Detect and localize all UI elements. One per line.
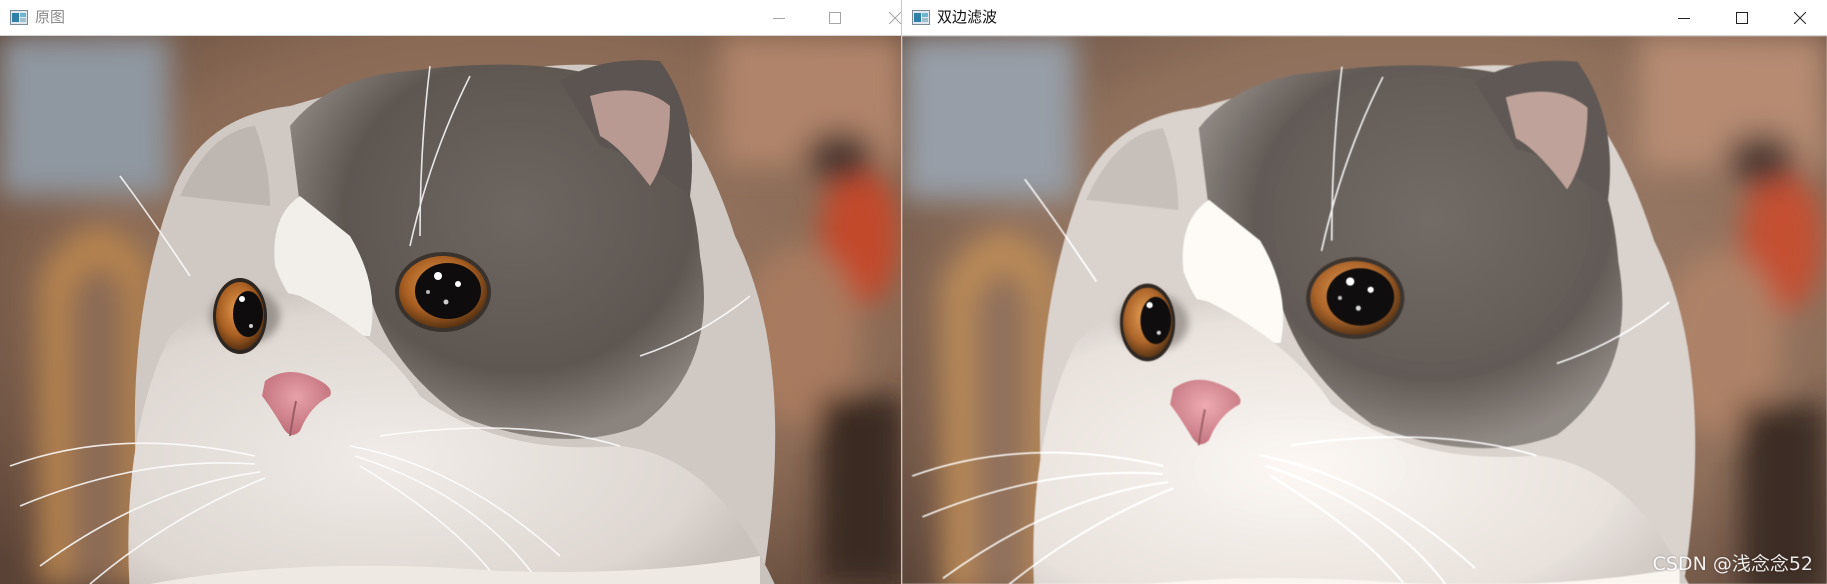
- close-button[interactable]: [872, 0, 901, 35]
- maximize-icon: [1736, 11, 1748, 24]
- window-app-icon: [912, 10, 930, 25]
- maximize-button[interactable]: [1719, 0, 1765, 35]
- window-title: 原图: [35, 8, 66, 26]
- window-title: 双边滤波: [937, 8, 998, 26]
- desktop: 原图 双边滤波 CSDN @浅念念52: [0, 0, 1827, 584]
- close-icon: [889, 11, 901, 24]
- minimize-icon: [1678, 17, 1690, 19]
- minimize-icon: [773, 17, 785, 19]
- image-viewport-original[interactable]: [0, 36, 901, 584]
- maximize-button[interactable]: [812, 0, 858, 35]
- titlebar-original[interactable]: 原图: [0, 0, 901, 36]
- cat-photo-bilateral-filtered: [902, 36, 1827, 584]
- window-original[interactable]: 原图: [0, 0, 902, 584]
- cat-photo-original: [0, 36, 901, 584]
- minimize-button[interactable]: [756, 0, 802, 35]
- window-bilateral[interactable]: 双边滤波 CSDN @浅念念52: [902, 0, 1827, 584]
- maximize-icon: [829, 11, 841, 24]
- watermark: CSDN @浅念念52: [1652, 553, 1813, 575]
- close-icon: [1794, 11, 1806, 24]
- image-viewport-bilateral[interactable]: CSDN @浅念念52: [902, 36, 1827, 584]
- window-app-icon: [10, 10, 28, 25]
- close-button[interactable]: [1777, 0, 1823, 35]
- titlebar-bilateral[interactable]: 双边滤波: [902, 0, 1827, 36]
- minimize-button[interactable]: [1661, 0, 1707, 35]
